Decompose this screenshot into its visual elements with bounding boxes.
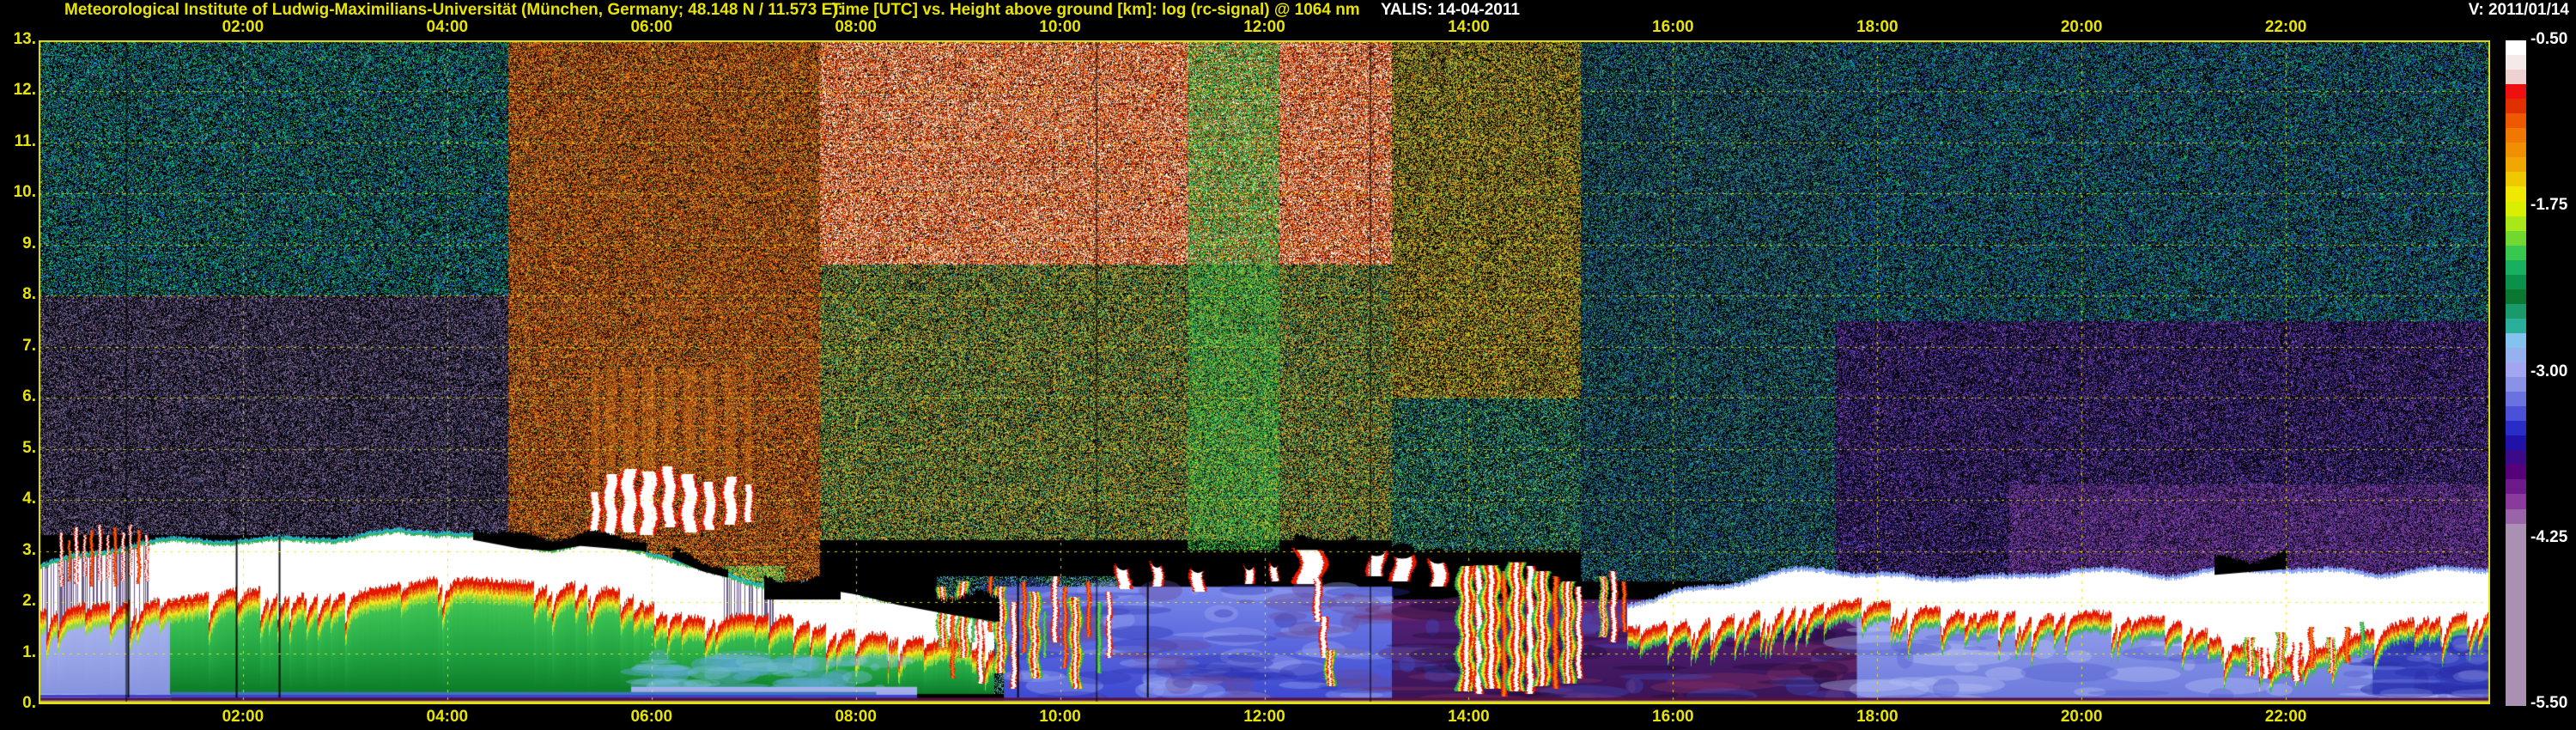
x-tick-bottom: 12:00: [1229, 708, 1301, 727]
x-tick-top: 22:00: [2250, 18, 2322, 37]
x-tick-bottom: 18:00: [1841, 708, 1913, 727]
colorbar-stop: [2506, 260, 2526, 275]
x-tick-bottom: 22:00: [2250, 708, 2322, 727]
x-tick-bottom: 08:00: [820, 708, 892, 727]
y-tick: 0.: [0, 694, 36, 713]
colorbar-stop: [2506, 509, 2526, 524]
colorbar-stop: [2506, 435, 2526, 450]
colorbar-stop: [2506, 450, 2526, 465]
version-label: V: 2011/01/14: [2469, 1, 2569, 20]
x-tick-top: 18:00: [1841, 18, 1913, 37]
y-tick: 6.: [0, 387, 36, 406]
instrument-date-label: YALIS: 14-04-2011: [1381, 1, 1520, 20]
colorbar-stop: [2506, 99, 2526, 113]
x-tick-bottom: 02:00: [207, 708, 279, 727]
x-tick-bottom: 20:00: [2045, 708, 2117, 727]
colorbar-stop: [2506, 172, 2526, 186]
x-tick-top: 06:00: [616, 18, 688, 37]
y-tick: 5.: [0, 439, 36, 458]
x-tick-top: 10:00: [1024, 18, 1097, 37]
colorbar-stop: [2506, 421, 2526, 435]
colorbar-stop: [2506, 289, 2526, 304]
colorbar-stop: [2506, 128, 2526, 143]
colorbar-tick: -4.25: [2530, 528, 2567, 547]
colorbar-stop: [2506, 348, 2526, 362]
heatmap-canvas[interactable]: [39, 40, 2490, 704]
colorbar-stop: [2506, 186, 2526, 201]
x-tick-top: 20:00: [2045, 18, 2117, 37]
x-tick-bottom: 16:00: [1637, 708, 1709, 727]
x-tick-bottom: 10:00: [1024, 708, 1097, 727]
y-tick: 11.: [0, 132, 36, 151]
y-tick: 3.: [0, 541, 36, 560]
colorbar-stop: [2506, 231, 2526, 246]
colorbar-stop: [2506, 333, 2526, 348]
colorbar-stop: [2506, 319, 2526, 333]
colorbar-stop: [2506, 84, 2526, 99]
colorbar-stop: [2506, 479, 2526, 494]
plot-title: Time [UTC] vs. Height above ground [km]:…: [831, 1, 1360, 20]
colorbar-stop: [2506, 55, 2526, 70]
colorbar-stop: [2506, 70, 2526, 84]
x-tick-top: 14:00: [1432, 18, 1504, 37]
colorbar-stop: [2506, 524, 2526, 706]
lidar-quicklook-screen: Meteorological Institute of Ludwig-Maxim…: [0, 0, 2576, 730]
x-tick-bottom: 04:00: [411, 708, 483, 727]
x-tick-top: 08:00: [820, 18, 892, 37]
colorbar: [2506, 40, 2526, 706]
x-tick-top: 16:00: [1637, 18, 1709, 37]
colorbar-stop: [2506, 216, 2526, 231]
colorbar-tick: -3.00: [2530, 362, 2567, 381]
y-tick: 8.: [0, 285, 36, 304]
colorbar-stop: [2506, 406, 2526, 421]
colorbar-stop: [2506, 465, 2526, 479]
colorbar-stop: [2506, 362, 2526, 377]
colorbar-stop: [2506, 143, 2526, 157]
colorbar-tick: -0.50: [2530, 30, 2567, 49]
colorbar-stop: [2506, 40, 2526, 55]
y-tick: 12.: [0, 81, 36, 100]
y-tick: 7.: [0, 337, 36, 356]
colorbar-stop: [2506, 275, 2526, 289]
x-tick-top: 04:00: [411, 18, 483, 37]
y-tick: 1.: [0, 643, 36, 662]
y-tick: 13.: [0, 30, 36, 49]
y-tick: 10.: [0, 183, 36, 202]
colorbar-stop: [2506, 246, 2526, 260]
colorbar-stop: [2506, 157, 2526, 172]
colorbar-stop: [2506, 202, 2526, 216]
y-tick: 4.: [0, 490, 36, 508]
colorbar-stop: [2506, 304, 2526, 319]
colorbar-stop: [2506, 392, 2526, 406]
x-tick-bottom: 06:00: [616, 708, 688, 727]
x-tick-top: 02:00: [207, 18, 279, 37]
colorbar-stop: [2506, 377, 2526, 392]
colorbar-tick: -1.75: [2530, 196, 2567, 215]
colorbar-stop: [2506, 494, 2526, 508]
x-tick-bottom: 14:00: [1432, 708, 1504, 727]
institute-title: Meteorological Institute of Ludwig-Maxim…: [64, 1, 843, 20]
x-tick-top: 12:00: [1229, 18, 1301, 37]
y-tick: 2.: [0, 592, 36, 611]
colorbar-tick: -5.50: [2530, 694, 2567, 713]
y-tick: 9.: [0, 234, 36, 253]
colorbar-stop: [2506, 113, 2526, 128]
